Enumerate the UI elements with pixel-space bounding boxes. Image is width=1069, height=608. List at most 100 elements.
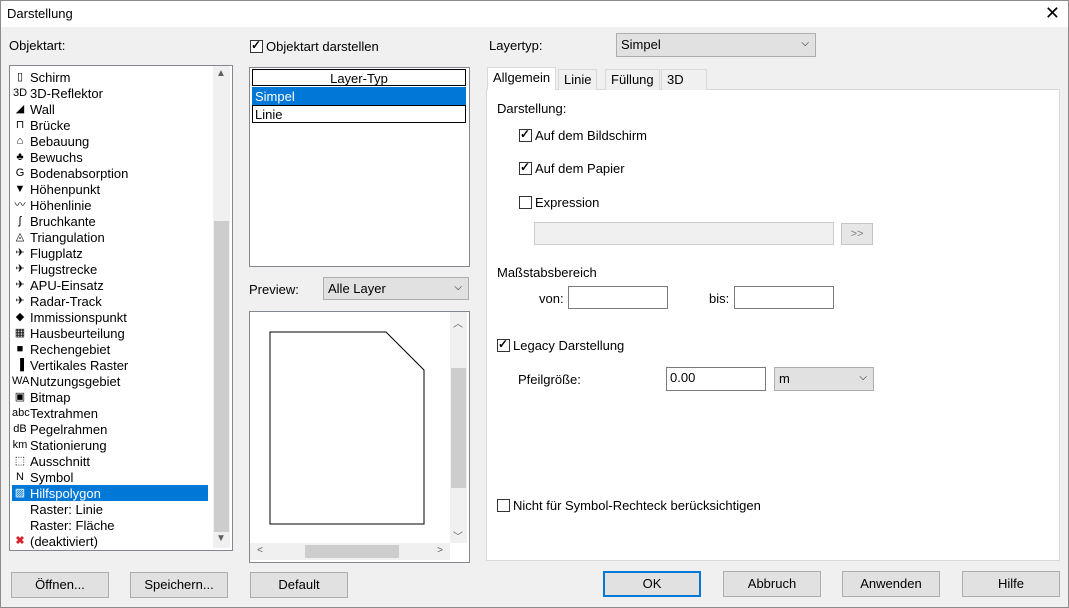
tab-linie[interactable]: Linie <box>558 69 598 90</box>
objektart-item[interactable]: dB Pegelrahmen <box>12 421 208 437</box>
objektart-item-label: Symbol <box>30 469 74 485</box>
objektart-item-icon: ✖ <box>15 535 25 547</box>
objektart-item-icon: 3D <box>12 87 28 99</box>
pfeil-unit-combo[interactable]: m ⌵ <box>774 367 874 391</box>
scroll-thumb[interactable] <box>214 221 229 532</box>
objektart-item[interactable]: ✈ Flugstrecke <box>12 261 208 277</box>
preview-vthumb[interactable] <box>451 368 466 488</box>
layer-row-simpel[interactable]: Simpel <box>252 87 466 105</box>
objektart-darstellen-checkbox[interactable] <box>250 38 263 53</box>
objektart-item-label: Immissionspunkt <box>30 309 127 325</box>
massstab-label: Maßstabsbereich <box>497 265 597 280</box>
objektart-item[interactable]: Raster: Fläche <box>12 517 208 533</box>
objektart-item-icon: ◢ <box>15 103 25 115</box>
papier-checkbox[interactable] <box>519 160 532 175</box>
objektart-item[interactable]: ◬ Triangulation <box>12 229 208 245</box>
objektart-item[interactable]: ▐ Vertikales Raster <box>12 357 208 373</box>
objektart-item-label: Stationierung <box>30 437 107 453</box>
objektart-item[interactable]: G Bodenabsorption <box>12 165 208 181</box>
objektart-list[interactable]: ▯ Schirm 3D 3D-Reflektor ◢ Wall ⊓ Brücke ⌂ Bebauu… <box>9 65 233 551</box>
objektart-item-label: Raster: Linie <box>30 501 103 517</box>
scroll-up-icon[interactable]: ▲ <box>213 68 229 79</box>
bildschirm-checkbox[interactable] <box>519 127 532 142</box>
layertyp-label: Layertyp: <box>489 38 543 53</box>
objektart-item[interactable]: ✈ APU-Einsatz <box>12 277 208 293</box>
objektart-item-label: Hilfspolygon <box>30 485 101 501</box>
scroll-down-icon[interactable]: ▼ <box>213 533 229 544</box>
objektart-item[interactable]: WA Nutzungsgebiet <box>12 373 208 389</box>
objektart-item[interactable]: ✈ Flugplatz <box>12 245 208 261</box>
ok-button[interactable]: OK <box>603 571 701 597</box>
scroll-right-icon[interactable]: > <box>432 545 448 556</box>
objektart-item[interactable]: ✖ (deaktiviert) <box>12 533 208 549</box>
objektart-item[interactable]: 3D 3D-Reflektor <box>12 85 208 101</box>
legacy-checkbox[interactable] <box>497 337 510 352</box>
bis-input[interactable] <box>734 286 834 309</box>
objektart-item-label: Bitmap <box>30 389 71 405</box>
objektart-item-icon: ✈ <box>15 295 25 307</box>
objektart-item[interactable]: ▦ Hausbeurteilung <box>12 325 208 341</box>
objektart-item-label: Brücke <box>30 117 71 133</box>
layertyp-combo[interactable]: Simpel ⌵ <box>616 33 816 57</box>
scroll-down-icon[interactable]: ﹀ <box>450 528 466 543</box>
tab-allgemein[interactable]: Allgemein <box>487 67 557 90</box>
scroll-left-icon[interactable]: < <box>252 545 268 556</box>
preview-hscroll[interactable]: < > <box>250 543 450 560</box>
oeffnen-button[interactable]: Öffnen... <box>11 572 109 598</box>
objektart-item[interactable]: ⬚ Ausschnitt <box>12 453 208 469</box>
objektart-item-icon: abc <box>12 407 30 419</box>
objektart-item[interactable]: ▨ Hilfspolygon <box>12 485 208 501</box>
objektart-scrollbar[interactable]: ▲ ▼ <box>213 66 230 548</box>
preview-hthumb[interactable] <box>305 545 399 558</box>
objektart-item[interactable]: ♣ Bewuchs <box>12 149 208 165</box>
objektart-item[interactable]: ⌂ Bebauung <box>12 133 208 149</box>
preview-combo[interactable]: Alle Layer ⌵ <box>323 277 469 300</box>
objektart-item-label: Raster: Fläche <box>30 517 115 533</box>
window-title: Darstellung <box>7 6 73 21</box>
nicht-symbol-checkbox[interactable] <box>497 499 510 512</box>
objektart-item-label: Pegelrahmen <box>30 421 108 437</box>
objektart-item[interactable]: ▣ Bitmap <box>12 389 208 405</box>
hilfe-button[interactable]: Hilfe <box>962 571 1060 597</box>
objektart-item-label: Hausbeurteilung <box>30 325 125 341</box>
objektart-item[interactable]: ■ Rechengebiet <box>12 341 208 357</box>
preview-vscroll[interactable]: ︿ ﹀ <box>450 312 467 543</box>
objektart-item[interactable]: ▯ Schirm <box>12 69 208 85</box>
scroll-up-icon[interactable]: ︿ <box>450 315 466 330</box>
objektart-item-label: Bodenabsorption <box>30 165 129 181</box>
expression-checkbox[interactable] <box>519 196 532 209</box>
objektart-item[interactable]: ◆ Immissionspunkt <box>12 309 208 325</box>
speichern-button[interactable]: Speichern... <box>130 572 228 598</box>
objektart-item[interactable]: N Symbol <box>12 469 208 485</box>
objektart-item[interactable]: ▼ Höhenpunkt <box>12 181 208 197</box>
objektart-item[interactable]: ✈ Radar-Track <box>12 293 208 309</box>
von-input[interactable] <box>568 286 668 309</box>
objektart-item-label: Bruchkante <box>30 213 96 229</box>
objektart-item[interactable]: km Stationierung <box>12 437 208 453</box>
default-button[interactable]: Default <box>250 572 348 598</box>
pfeilgroesse-input[interactable]: 0.00 <box>666 367 766 391</box>
preview-combo-value: Alle Layer <box>328 281 386 296</box>
objektart-item-label: Nutzungsgebiet <box>30 373 121 389</box>
objektart-item[interactable]: Raster: Linie <box>12 501 208 517</box>
objektart-item-label: Ausschnitt <box>30 453 90 469</box>
objektart-item-icon: ◬ <box>15 231 25 243</box>
tab-fuellung[interactable]: Füllung <box>605 69 660 90</box>
bildschirm-label: Auf dem Bildschirm <box>535 128 647 143</box>
abbruch-button[interactable]: Abbruch <box>723 571 821 597</box>
objektart-item[interactable]: ⊓ Brücke <box>12 117 208 133</box>
objektart-item-icon: N <box>16 471 24 483</box>
tab-3d[interactable]: 3D <box>661 69 707 90</box>
objektart-item-label: Triangulation <box>30 229 105 245</box>
chevron-down-icon: ⌵ <box>454 282 462 293</box>
preview-shape-icon <box>269 331 425 525</box>
layer-row-linie[interactable]: Linie <box>252 105 466 123</box>
objektart-item-icon: ⌂ <box>16 135 24 147</box>
objektart-item[interactable]: ʃ Bruchkante <box>12 213 208 229</box>
objektart-item[interactable]: 〰 Höhenlinie <box>12 197 208 213</box>
objektart-item[interactable]: ◢ Wall <box>12 101 208 117</box>
objektart-item[interactable]: abc Textrahmen <box>12 405 208 421</box>
close-icon[interactable]: ✕ <box>1045 3 1060 24</box>
objektart-item-label: Höhenlinie <box>30 197 92 213</box>
anwenden-button[interactable]: Anwenden <box>842 571 940 597</box>
